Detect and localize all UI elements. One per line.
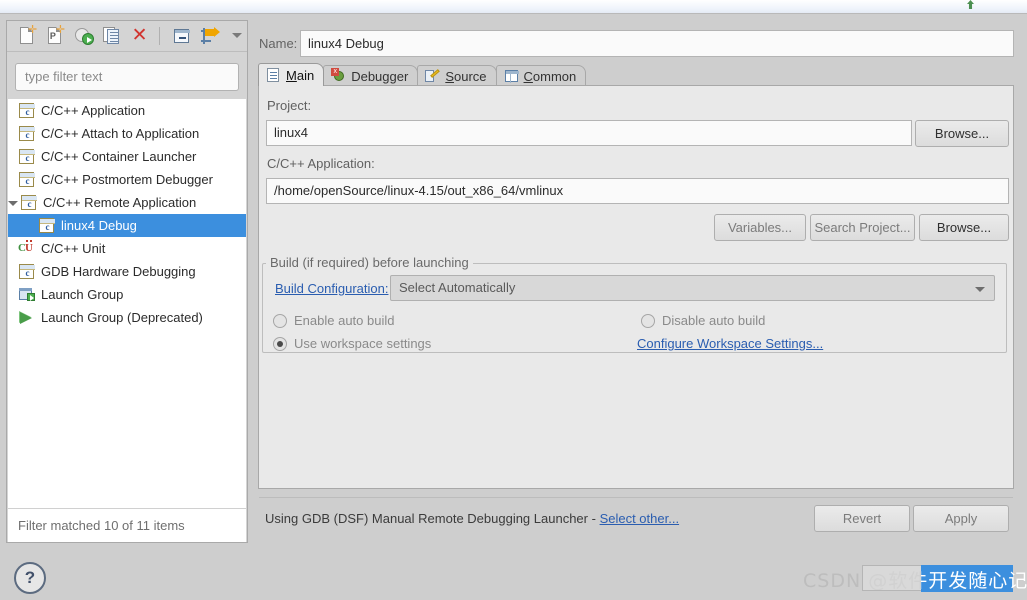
tree-item-label: C/C++ Unit xyxy=(41,241,106,256)
application-browse-button[interactable]: Browse... xyxy=(919,214,1009,241)
radio-enable-auto-build[interactable]: Enable auto build xyxy=(273,313,394,328)
apply-button[interactable]: Apply xyxy=(913,505,1009,532)
tree-item[interactable]: c C/C++ Remote Application xyxy=(8,191,246,214)
tab-main[interactable]: Main xyxy=(258,63,325,86)
tree-item[interactable]: C U C/C++ Unit xyxy=(8,237,246,260)
radio-label: Use workspace settings xyxy=(294,336,432,351)
c-config-icon: c xyxy=(18,171,36,188)
radio-disable-auto-build[interactable]: Disable auto build xyxy=(641,313,765,328)
tab-source[interactable]: Source xyxy=(417,65,497,86)
tree-item[interactable]: c C/C++ Application xyxy=(8,99,246,122)
tree-item[interactable]: c C/C++ Attach to Application xyxy=(8,122,246,145)
tree-item[interactable]: c linux4 Debug xyxy=(8,214,246,237)
revert-button[interactable]: Revert xyxy=(814,505,910,532)
tree-item[interactable]: Launch Group (Deprecated) xyxy=(8,306,246,329)
help-button[interactable]: ? xyxy=(14,562,46,594)
c-config-icon: c xyxy=(18,125,36,142)
tree-toolbar: ✛ P ✛ ✕ xyxy=(7,21,247,51)
tree-item[interactable]: c GDB Hardware Debugging xyxy=(8,260,246,283)
tab-label: Debugger xyxy=(351,68,409,84)
tree-item-label: Launch Group (Deprecated) xyxy=(41,310,203,325)
build-configuration-combo[interactable]: Select Automatically xyxy=(390,275,995,301)
launcher-status-text: Using GDB (DSF) Manual Remote Debugging … xyxy=(265,511,679,526)
launcher-status-label: Using GDB (DSF) Manual Remote Debugging … xyxy=(265,511,596,526)
filter-launch-configurations-icon[interactable] xyxy=(199,25,221,47)
tree-item-label: C/C++ Remote Application xyxy=(43,195,197,210)
tab-label: Main xyxy=(286,67,315,83)
launch-configuration-tree-panel: ✛ P ✛ ✕ type filter text c C/C++ Applica… xyxy=(6,20,248,543)
view-menu-chevron-down-icon[interactable] xyxy=(227,25,247,47)
project-browse-button[interactable]: Browse... xyxy=(915,120,1009,147)
cunit-icon: CU xyxy=(18,239,33,254)
collapse-all-icon[interactable] xyxy=(171,25,191,47)
name-input[interactable]: linux4 Debug xyxy=(300,30,1014,57)
filter-status-label: Filter matched 10 of 11 items xyxy=(8,508,246,542)
project-label: Project: xyxy=(267,98,312,113)
c-config-icon: c xyxy=(38,217,56,234)
radio-label: Disable auto build xyxy=(662,313,766,328)
duplicate-launch-configuration-icon[interactable] xyxy=(101,25,121,47)
tab-common[interactable]: Common xyxy=(495,65,587,86)
tree-item[interactable]: c C/C++ Container Launcher xyxy=(8,145,246,168)
c-config-icon: c xyxy=(18,102,36,119)
select-other-link[interactable]: Select other... xyxy=(600,511,680,526)
window-top-strip xyxy=(0,0,1027,13)
radio-indicator[interactable] xyxy=(641,313,655,328)
application-input[interactable]: /home/openSource/linux-4.15/out_x86_64/v… xyxy=(266,178,1009,204)
tab-label: Source xyxy=(445,68,487,84)
application-label: C/C++ Application: xyxy=(267,156,375,171)
launch-group-icon xyxy=(18,287,36,303)
tree-item-label: C/C++ Application xyxy=(41,103,146,118)
project-input[interactable]: linux4 xyxy=(266,120,912,146)
tree-item-label: linux4 Debug xyxy=(61,218,137,233)
launch-configuration-tree[interactable]: c C/C++ Application c C/C++ Attach to Appli… xyxy=(8,99,246,508)
radio-use-workspace-settings[interactable]: Use workspace settings xyxy=(273,336,431,351)
c-config-icon: c xyxy=(18,263,36,280)
new-launch-configuration-icon[interactable]: ✛ xyxy=(17,25,37,47)
tree-item[interactable]: Launch Group xyxy=(8,283,246,306)
tree-item[interactable]: c C/C++ Postmortem Debugger xyxy=(8,168,246,191)
tree-item-label: Launch Group xyxy=(41,287,124,302)
build-configuration-value: Select Automatically xyxy=(399,280,516,295)
launch-configuration-dialog: ✛ P ✛ ✕ type filter text c C/C++ Applica… xyxy=(0,0,1027,600)
name-label: Name: xyxy=(259,36,298,51)
main-document-icon xyxy=(266,67,281,83)
window-top-separator xyxy=(0,13,1027,14)
play-icon xyxy=(18,310,36,326)
tree-item-label: C/C++ Postmortem Debugger xyxy=(41,172,213,187)
toolbar-bottom-line xyxy=(7,51,247,52)
export-launch-configuration-icon[interactable] xyxy=(73,25,94,47)
tree-item-label: C/C++ Container Launcher xyxy=(41,149,197,164)
build-group-title: Build (if required) before launching xyxy=(266,255,473,270)
tab-debugger[interactable]: x Debugger xyxy=(323,65,419,86)
tree-item-label: GDB Hardware Debugging xyxy=(41,264,196,279)
expand-twisty-icon[interactable] xyxy=(8,196,20,210)
chevron-down-icon[interactable] xyxy=(975,287,985,292)
debugger-bug-icon: x xyxy=(331,67,346,84)
tree-item-label: C/C++ Attach to Application xyxy=(41,126,200,141)
c-config-icon: c xyxy=(20,194,38,211)
source-pencil-icon xyxy=(425,68,441,84)
search-project-button[interactable]: Search Project... xyxy=(810,214,915,241)
delete-launch-configuration-icon[interactable]: ✕ xyxy=(129,25,149,47)
tab-bar[interactable]: Main x Debugger Source Common xyxy=(258,63,587,86)
footer-separator xyxy=(259,497,1013,498)
variables-button[interactable]: Variables... xyxy=(714,214,806,241)
tab-label: Common xyxy=(523,68,577,84)
configure-workspace-settings-link[interactable]: Configure Workspace Settings... xyxy=(637,336,823,351)
filter-input[interactable]: type filter text xyxy=(15,63,239,91)
build-configuration-link[interactable]: Build Configuration: xyxy=(275,281,388,296)
radio-indicator[interactable] xyxy=(273,313,287,328)
c-config-icon: c xyxy=(18,148,36,165)
toolbar-separator xyxy=(159,27,161,45)
radio-indicator[interactable] xyxy=(273,336,287,351)
new-launch-configuration-prototype-icon[interactable]: P ✛ xyxy=(45,25,65,47)
common-table-icon xyxy=(504,69,519,84)
radio-label: Enable auto build xyxy=(294,313,395,328)
